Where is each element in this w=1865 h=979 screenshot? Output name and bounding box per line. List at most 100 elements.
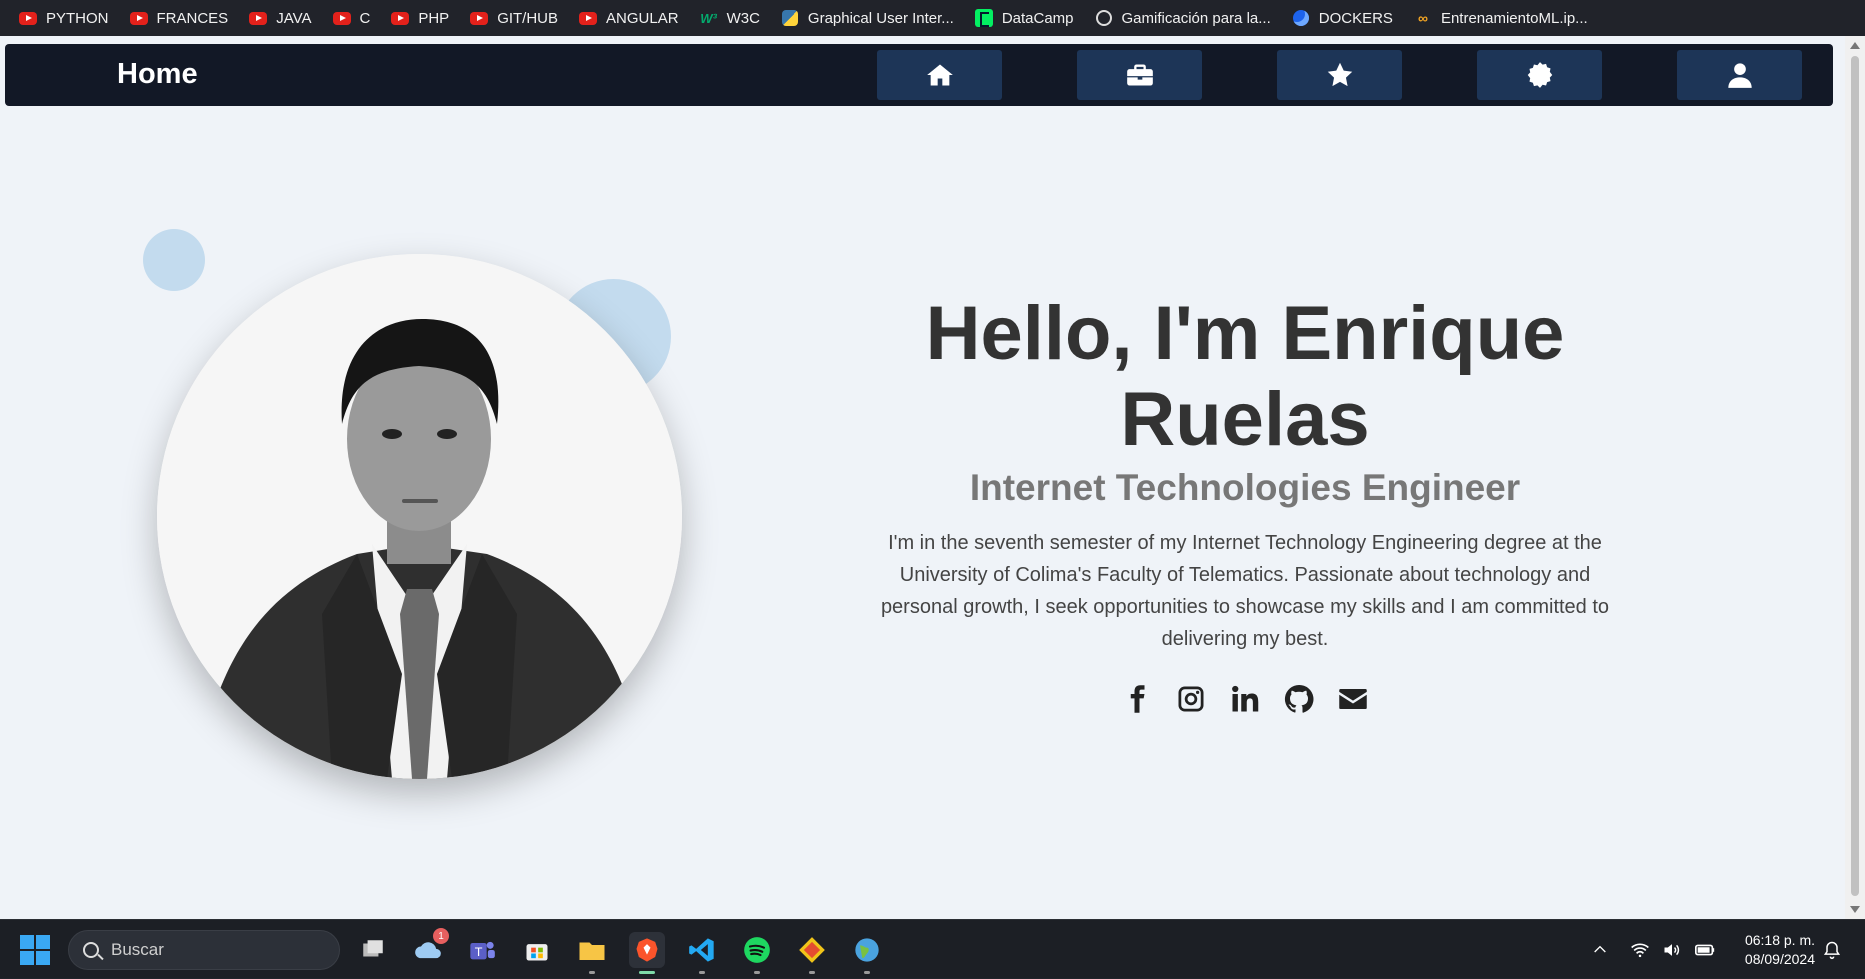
spotify-app[interactable]	[739, 932, 775, 974]
windows-start-button[interactable]	[20, 935, 50, 965]
bookmark-datacamp[interactable]: DataCamp	[964, 0, 1084, 36]
weather-app[interactable]: 1	[410, 928, 449, 968]
linkedin-icon	[1232, 685, 1259, 712]
bookmark-gamificacion[interactable]: Gamificación para la...	[1084, 0, 1281, 36]
brave-browser-app[interactable]	[629, 932, 665, 974]
battery-charging-icon	[1695, 944, 1715, 955]
hero-title: Hello, I'm Enrique Ruelas	[925, 291, 1565, 462]
bookmark-label: JAVA	[276, 9, 312, 27]
clock-time: 06:18 p. m.	[1744, 932, 1815, 948]
instagram-icon	[1178, 686, 1204, 712]
speaker-icon	[1664, 943, 1680, 956]
bookmark-label: W3C	[726, 9, 760, 27]
svg-text:T: T	[474, 945, 483, 959]
github-icon	[1284, 684, 1314, 713]
bookmark-c[interactable]: C	[322, 0, 381, 36]
nav-skills-button[interactable]	[1277, 50, 1402, 100]
nav-experience-button[interactable]	[1077, 50, 1202, 100]
clock-date: 08/09/2024	[1744, 951, 1815, 967]
bookmark-label: PYTHON	[46, 9, 109, 27]
decorative-circle	[143, 229, 205, 291]
show-hidden-icons[interactable]	[1592, 920, 1608, 979]
youtube-icon	[332, 11, 352, 25]
git-app[interactable]	[794, 932, 830, 974]
profile-photo	[157, 254, 682, 779]
bookmark-label: EntrenamientoML.ip...	[1440, 9, 1588, 27]
notifications-button[interactable]	[1822, 920, 1842, 979]
navbar: Home	[5, 44, 1833, 106]
envelope-icon	[1339, 689, 1367, 709]
email-link[interactable]	[1337, 683, 1369, 715]
wifi-status[interactable]	[1630, 920, 1650, 979]
datacamp-icon	[974, 9, 994, 27]
store-app[interactable]	[519, 932, 555, 968]
browser-globe-app[interactable]	[849, 932, 885, 974]
globe-icon	[855, 938, 879, 962]
scrollbar-thumb[interactable]	[1851, 56, 1859, 896]
brave-icon	[636, 938, 658, 962]
vscode-app[interactable]	[684, 932, 720, 974]
bookmark-dockers[interactable]: DOCKERS	[1281, 0, 1403, 36]
volume-status[interactable]	[1662, 920, 1682, 979]
facebook-icon	[1130, 685, 1145, 713]
hero-subtitle: Internet Technologies Engineer	[969, 467, 1521, 508]
bookmark-angular[interactable]: ANGULAR	[568, 0, 689, 36]
folder-icon	[579, 942, 605, 960]
badge-icon	[1527, 62, 1552, 88]
navbar-brand[interactable]: Home	[117, 58, 198, 91]
star-icon	[1327, 62, 1352, 87]
bookmark-entrenamientoml[interactable]: ∞ EntrenamientoML.ip...	[1403, 0, 1598, 36]
task-view-app[interactable]	[355, 932, 391, 968]
search-placeholder: Buscar	[111, 940, 164, 959]
taskbar: Buscar 1 T 06:18 p. m. 08/09/2024	[0, 919, 1865, 978]
bookmark-java[interactable]: JAVA	[238, 0, 321, 36]
bookmark-w3c[interactable]: W³ W3C	[689, 0, 770, 36]
git-icon	[799, 937, 825, 963]
youtube-icon	[469, 11, 489, 25]
bookmark-label: FRANCES	[156, 9, 229, 27]
store-icon	[526, 944, 548, 961]
bookmark-label: DataCamp	[1001, 9, 1074, 27]
vertical-scrollbar[interactable]	[1845, 36, 1865, 919]
youtube-icon	[18, 11, 38, 25]
bookmark-label: C	[359, 9, 371, 27]
nav-certificates-button[interactable]	[1477, 50, 1602, 100]
teams-app[interactable]: T	[464, 932, 500, 968]
taskbar-search[interactable]: Buscar	[68, 930, 340, 970]
notification-badge: 1	[433, 928, 449, 944]
file-explorer-app[interactable]	[574, 932, 610, 974]
hero-description: I'm in the seventh semester of my Intern…	[880, 532, 1610, 650]
bookmark-gui[interactable]: Graphical User Inter...	[770, 0, 964, 36]
youtube-icon	[129, 11, 149, 25]
docker-icon	[1291, 10, 1311, 26]
battery-status[interactable]	[1694, 920, 1716, 979]
infinity-icon: ∞	[1417, 10, 1428, 26]
system-clock[interactable]: 06:18 p. m. 08/09/2024	[1730, 931, 1815, 969]
wifi-icon	[1631, 943, 1649, 957]
nav-profile-button[interactable]	[1677, 50, 1802, 100]
bookmark-label: GIT/HUB	[497, 9, 559, 27]
youtube-icon	[578, 11, 598, 25]
bookmarks-bar: PYTHON FRANCES JAVA C PHP GIT/HUB ANGULA…	[0, 0, 1865, 36]
home-icon	[926, 64, 953, 86]
facebook-link[interactable]	[1121, 683, 1153, 715]
github-link[interactable]	[1283, 683, 1315, 715]
scroll-up-icon[interactable]	[1850, 42, 1860, 49]
bookmark-php[interactable]: PHP	[380, 0, 459, 36]
bookmark-label: ANGULAR	[606, 9, 679, 27]
instagram-link[interactable]	[1175, 683, 1207, 715]
scroll-down-icon[interactable]	[1850, 906, 1860, 913]
bookmark-python[interactable]: PYTHON	[8, 0, 119, 36]
nav-home-button[interactable]	[877, 50, 1002, 100]
person-portrait-image	[157, 254, 682, 779]
briefcase-icon	[1126, 64, 1153, 86]
chevron-up-icon	[1594, 945, 1606, 952]
globe-icon	[1094, 10, 1114, 26]
bookmark-github[interactable]: GIT/HUB	[459, 0, 568, 36]
user-icon	[1727, 63, 1752, 88]
youtube-icon	[248, 11, 268, 25]
bookmark-frances[interactable]: FRANCES	[119, 0, 239, 36]
vscode-icon	[689, 938, 714, 962]
hero-section: Hello, I'm Enrique Ruelas Internet Techn…	[855, 291, 1635, 715]
linkedin-link[interactable]	[1229, 683, 1261, 715]
